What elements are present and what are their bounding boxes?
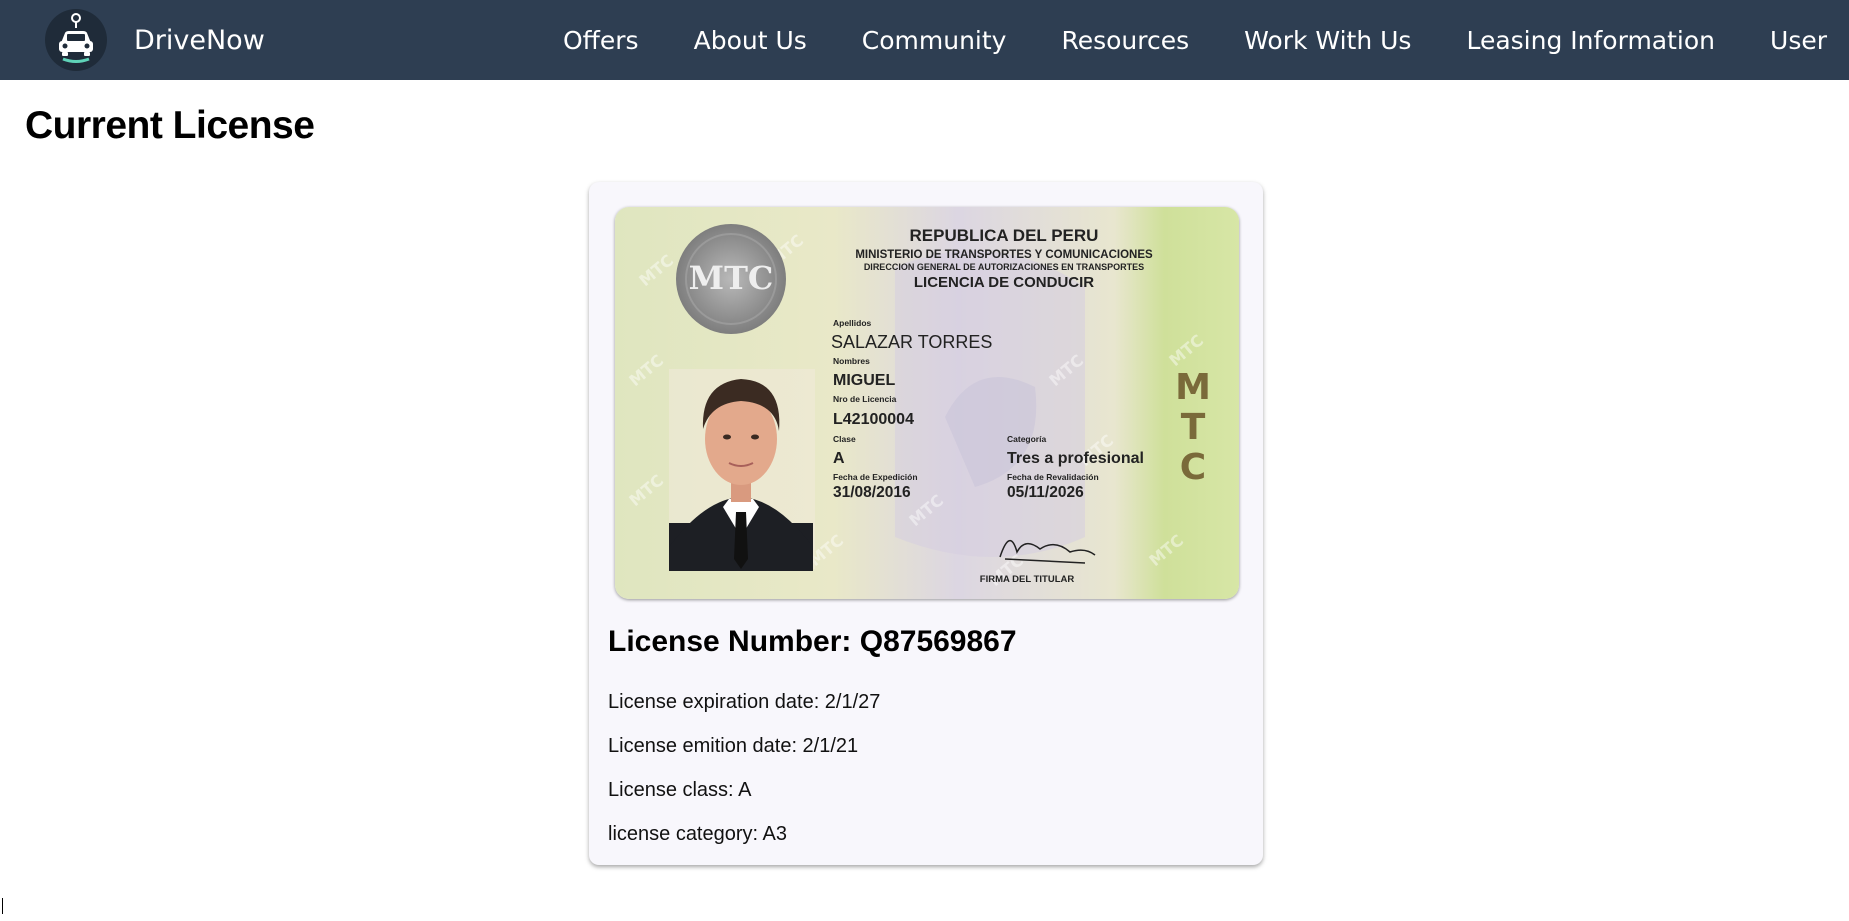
card-reval-label: Fecha de Revalidación [1007, 472, 1099, 482]
svg-text:M: M [1175, 367, 1211, 408]
license-category: license category: A3 [608, 823, 787, 845]
nav-about-us[interactable]: About Us [694, 26, 807, 55]
card-names-label: Nombres [833, 356, 870, 366]
page-title: Current License [25, 104, 315, 147]
license-emition-date: License emition date: 2/1/21 [608, 735, 859, 757]
nav-user[interactable]: User [1770, 26, 1827, 55]
card-surname: SALAZAR TORRES [831, 332, 992, 352]
card-reval-date: 05/11/2026 [1007, 484, 1084, 501]
card-names: MIGUEL [833, 372, 895, 389]
card-category: Tres a profesional [1007, 450, 1144, 467]
card-direction: DIRECCION GENERAL DE AUTORIZACIONES EN T… [864, 262, 1144, 272]
license-expiration-date: License expiration date: 2/1/27 [608, 691, 881, 713]
card-category-label: Categoría [1007, 434, 1046, 444]
text-cursor [2, 898, 3, 914]
card-number: L42100004 [833, 411, 914, 428]
car-logo-icon [45, 9, 107, 71]
card-doc-title: LICENCIA DE CONDUCIR [914, 274, 1094, 291]
card-number-label: Nro de Licencia [833, 394, 897, 404]
card-class: A [833, 450, 845, 467]
card-issue-label: Fecha de Expedición [833, 472, 918, 482]
license-class: License class: A [608, 779, 752, 801]
card-signature-label: FIRMA DEL TITULAR [980, 574, 1075, 585]
card-class-label: Clase [833, 434, 856, 444]
nav-community[interactable]: Community [862, 26, 1007, 55]
nav-leasing-information[interactable]: Leasing Information [1466, 26, 1715, 55]
card-ministry: MINISTERIO DE TRANSPORTES Y COMUNICACION… [855, 249, 1153, 261]
nav-offers[interactable]: Offers [563, 26, 639, 55]
main-nav: Offers About Us Community Resources Work… [508, 0, 1827, 80]
card-country: REPUBLICA DEL PERU [910, 226, 1099, 245]
nav-resources[interactable]: Resources [1061, 26, 1189, 55]
svg-text:MTC: MTC [689, 259, 774, 297]
license-photo: MTC MTC MTC MTC MTC MTC MTC MTC MTC MTC … [615, 207, 1239, 599]
license-number-heading: License Number: Q87569867 [608, 625, 1017, 658]
nav-work-with-us[interactable]: Work With Us [1244, 26, 1411, 55]
top-navbar: DriveNow Offers About Us Community Resou… [0, 0, 1849, 80]
brand-name: DriveNow [134, 24, 265, 56]
card-issue-date: 31/08/2016 [833, 484, 911, 501]
svg-text:C: C [1180, 447, 1206, 488]
license-card: MTC MTC MTC MTC MTC MTC MTC MTC MTC MTC … [589, 182, 1263, 865]
svg-text:T: T [1181, 407, 1206, 448]
brand-link[interactable]: DriveNow [45, 9, 265, 71]
card-surname-label: Apellidos [833, 318, 872, 328]
